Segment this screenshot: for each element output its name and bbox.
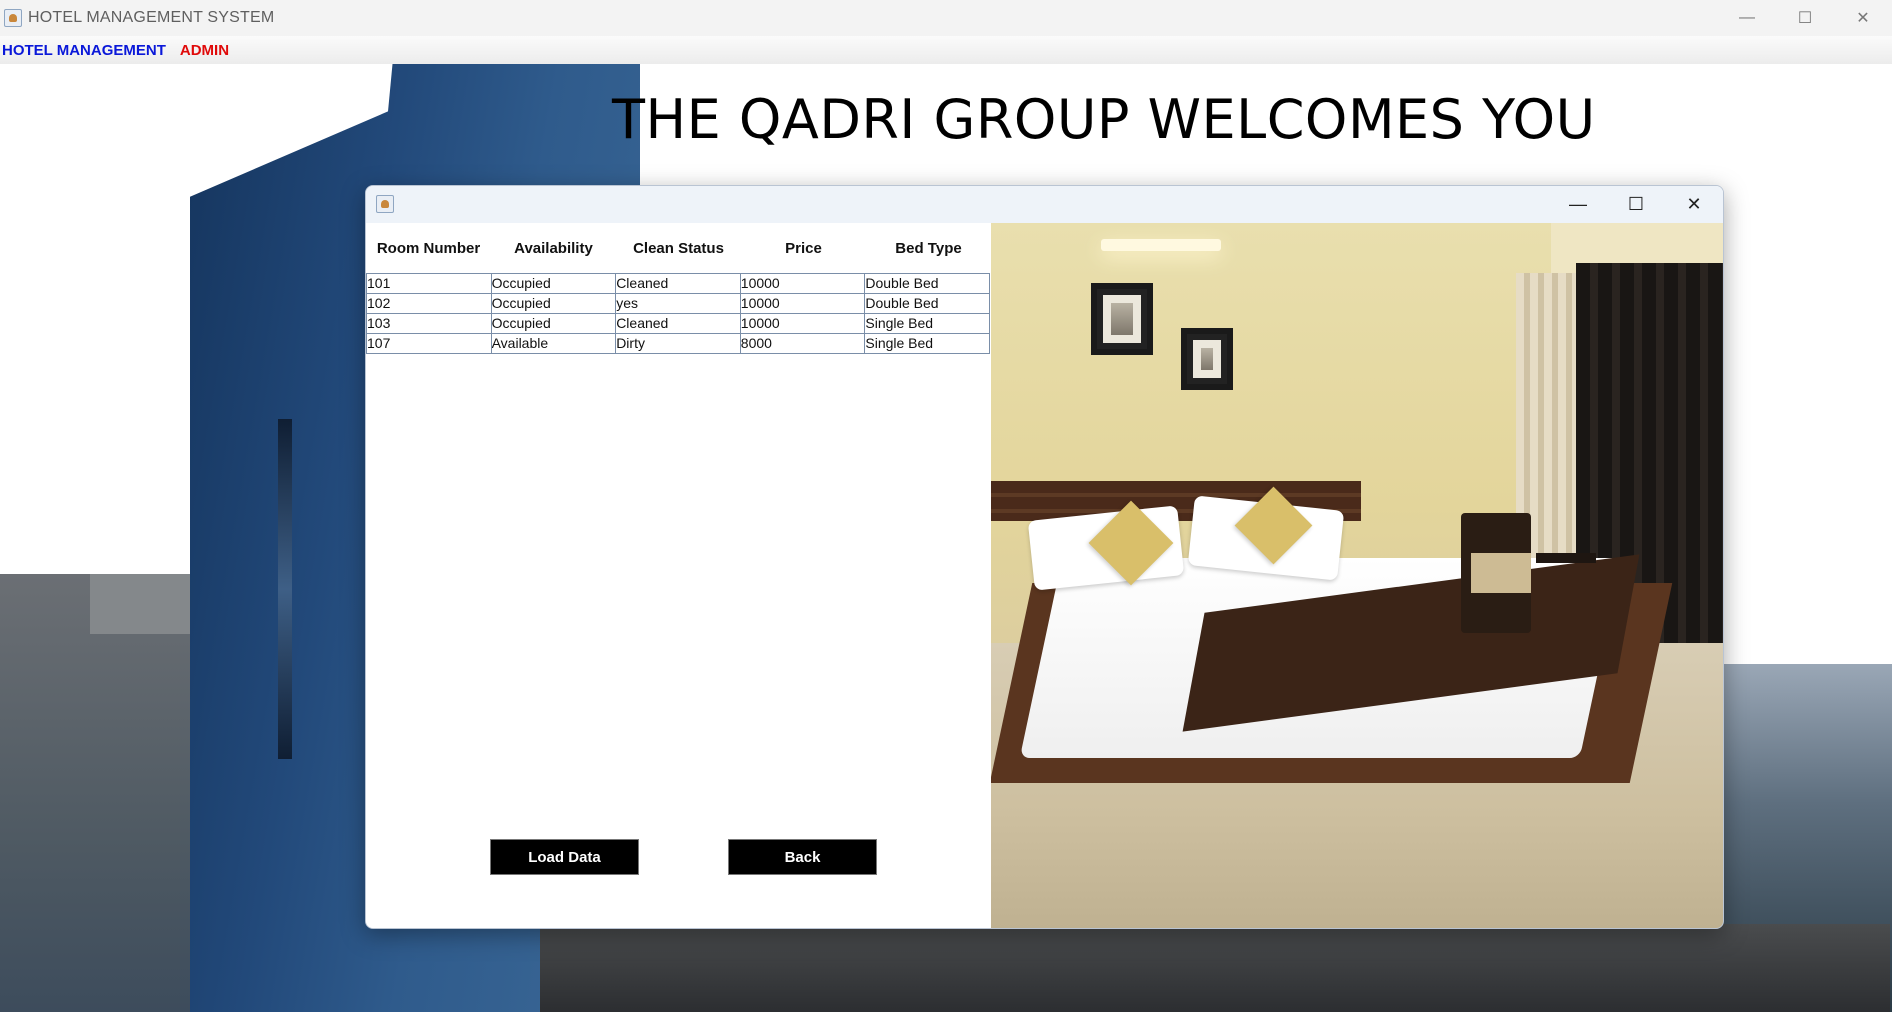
background-entrance: [540, 924, 1890, 1012]
rooms-table-panel: Room Number Availability Clean Status Pr…: [366, 223, 991, 928]
load-data-button[interactable]: Load Data: [490, 839, 639, 875]
java-app-icon: [376, 195, 394, 213]
hotel-room-photo: [991, 223, 1723, 928]
close-button[interactable]: ✕: [1834, 0, 1892, 36]
cell-availability[interactable]: Available: [492, 334, 617, 353]
table-row[interactable]: 101 Occupied Cleaned 10000 Double Bed: [367, 274, 990, 294]
table-row[interactable]: 107 Available Dirty 8000 Single Bed: [367, 334, 990, 354]
java-app-icon: [4, 9, 22, 27]
dialog-titlebar: — ☐ ✕: [366, 186, 1723, 223]
rooms-table: 101 Occupied Cleaned 10000 Double Bed 10…: [366, 273, 990, 354]
dialog-maximize-button[interactable]: ☐: [1607, 186, 1665, 223]
photo-wall-frame: [1181, 328, 1233, 390]
photo-side-table: [1536, 553, 1596, 563]
cell-room-number[interactable]: 107: [367, 334, 492, 353]
cell-room-number[interactable]: 102: [367, 294, 492, 313]
column-header-availability: Availability: [514, 240, 593, 257]
window-title: HOTEL MANAGEMENT SYSTEM: [28, 9, 275, 26]
cell-bed-type[interactable]: Double Bed: [865, 274, 990, 293]
column-header-bed-type: Bed Type: [895, 240, 962, 257]
menubar: HOTEL MANAGEMENT ADMIN: [0, 36, 1892, 64]
cell-availability[interactable]: Occupied: [492, 294, 617, 313]
photo-ceiling-light: [1101, 239, 1221, 251]
column-header-price: Price: [785, 240, 822, 257]
cell-room-number[interactable]: 101: [367, 274, 492, 293]
photo-chair-seat: [1471, 553, 1531, 593]
background-building-roof: [90, 574, 200, 634]
cell-price[interactable]: 10000: [741, 274, 866, 293]
menu-hotel-management[interactable]: HOTEL MANAGEMENT: [2, 42, 166, 59]
rooms-dialog: — ☐ ✕ Room Number Availability Clean Sta…: [365, 185, 1724, 929]
back-button[interactable]: Back: [728, 839, 877, 875]
table-row[interactable]: 102 Occupied yes 10000 Double Bed: [367, 294, 990, 314]
window-controls: — ☐ ✕: [1718, 0, 1892, 36]
maximize-button[interactable]: ☐: [1776, 0, 1834, 36]
cell-clean-status[interactable]: Cleaned: [616, 274, 741, 293]
cell-price[interactable]: 10000: [741, 314, 866, 333]
background-building-left: [0, 574, 200, 1012]
cell-clean-status[interactable]: Cleaned: [616, 314, 741, 333]
menu-admin[interactable]: ADMIN: [180, 42, 229, 59]
cell-clean-status[interactable]: Dirty: [616, 334, 741, 353]
rooms-table-header: Room Number Availability Clean Status Pr…: [366, 237, 991, 261]
column-header-clean-status: Clean Status: [633, 240, 724, 257]
dialog-close-button[interactable]: ✕: [1665, 186, 1723, 223]
cell-bed-type[interactable]: Double Bed: [865, 294, 990, 313]
table-row[interactable]: 103 Occupied Cleaned 10000 Single Bed: [367, 314, 990, 334]
column-header-room-number: Room Number: [376, 240, 481, 257]
dialog-minimize-button[interactable]: —: [1549, 186, 1607, 223]
cell-availability[interactable]: Occupied: [492, 314, 617, 333]
cell-price[interactable]: 10000: [741, 294, 866, 313]
cell-bed-type[interactable]: Single Bed: [865, 314, 990, 333]
cell-clean-status[interactable]: yes: [616, 294, 741, 313]
cell-room-number[interactable]: 103: [367, 314, 492, 333]
cell-price[interactable]: 8000: [741, 334, 866, 353]
cell-bed-type[interactable]: Single Bed: [865, 334, 990, 353]
cell-availability[interactable]: Occupied: [492, 274, 617, 293]
dialog-window-controls: — ☐ ✕: [1549, 186, 1723, 223]
background-window-strip: [278, 419, 292, 759]
minimize-button[interactable]: —: [1718, 0, 1776, 36]
photo-wall-frame: [1091, 283, 1153, 355]
main-window-titlebar: HOTEL MANAGEMENT SYSTEM — ☐ ✕: [0, 0, 1892, 36]
welcome-heading: THE QADRI GROUP WELCOMES YOU: [612, 88, 1596, 151]
